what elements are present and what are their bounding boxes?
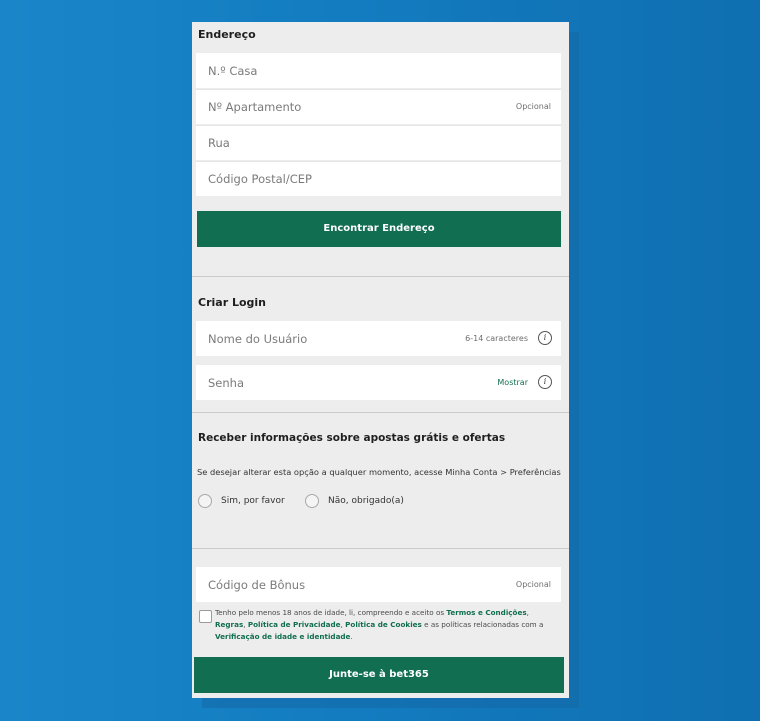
house-number-field[interactable]: N.º Casa <box>196 53 561 88</box>
offers-no-label[interactable]: Não, obrigado(a) <box>328 496 404 506</box>
terms-text-part1: Tenho pelo menos 18 anos de idade, li, c… <box>215 608 447 617</box>
find-address-button[interactable]: Encontrar Endereço <box>197 211 561 247</box>
terms-end: . <box>350 632 353 641</box>
section-divider <box>192 548 569 549</box>
apartment-placeholder: Nº Apartamento <box>208 100 302 114</box>
offers-section-title: Receber informações sobre apostas grátis… <box>198 432 506 444</box>
offers-no-radio[interactable] <box>305 494 319 508</box>
offers-yes-label[interactable]: Sim, por favor <box>221 496 285 506</box>
password-field[interactable]: Senha Mostrar i <box>196 365 561 400</box>
house-number-placeholder: N.º Casa <box>208 64 258 78</box>
age-verification-link[interactable]: Verificação de idade e identidade <box>215 632 350 641</box>
bonus-code-field[interactable]: Código de Bônus Opcional <box>196 567 561 602</box>
postal-code-field[interactable]: Código Postal/CEP <box>196 161 561 196</box>
section-divider <box>192 412 569 413</box>
registration-form: Endereço N.º Casa Nº Apartamento Opciona… <box>192 22 569 698</box>
address-section-title: Endereço <box>198 28 256 41</box>
postal-code-placeholder: Código Postal/CEP <box>208 172 312 186</box>
terms-text: Tenho pelo menos 18 anos de idade, li, c… <box>215 607 555 643</box>
field-separator <box>196 125 561 126</box>
bonus-optional-hint: Opcional <box>515 580 551 589</box>
password-placeholder: Senha <box>208 376 244 390</box>
privacy-policy-link[interactable]: Política de Privacidade <box>248 620 341 629</box>
section-divider <box>192 276 569 277</box>
terms-sep: , <box>526 608 529 617</box>
terms-text-part2: e as políticas relacionadas com a <box>421 620 544 629</box>
show-password-link[interactable]: Mostrar <box>497 378 528 387</box>
username-length-hint: 6-14 caracteres <box>465 334 528 343</box>
rules-link[interactable]: Regras <box>215 620 243 629</box>
apartment-optional-hint: Opcional <box>515 102 551 111</box>
bonus-code-placeholder: Código de Bônus <box>208 578 306 592</box>
terms-conditions-link[interactable]: Termos e Condições <box>446 608 526 617</box>
apartment-field[interactable]: Nº Apartamento Opcional <box>196 89 561 124</box>
field-separator <box>196 89 561 90</box>
offers-subtitle: Se desejar alterar esta opção a qualquer… <box>197 467 561 477</box>
field-separator <box>196 161 561 162</box>
offers-yes-radio[interactable] <box>198 494 212 508</box>
password-info-icon[interactable]: i <box>538 375 552 389</box>
username-placeholder: Nome do Usuário <box>208 332 308 346</box>
street-placeholder: Rua <box>208 136 230 150</box>
username-info-icon[interactable]: i <box>538 331 552 345</box>
username-field[interactable]: Nome do Usuário 6-14 caracteres i <box>196 321 561 356</box>
street-field[interactable]: Rua <box>196 125 561 160</box>
terms-checkbox[interactable] <box>199 610 212 623</box>
join-button[interactable]: Junte-se à bet365 <box>194 657 564 693</box>
cookie-policy-link[interactable]: Política de Cookies <box>345 620 422 629</box>
login-section-title: Criar Login <box>198 296 266 309</box>
